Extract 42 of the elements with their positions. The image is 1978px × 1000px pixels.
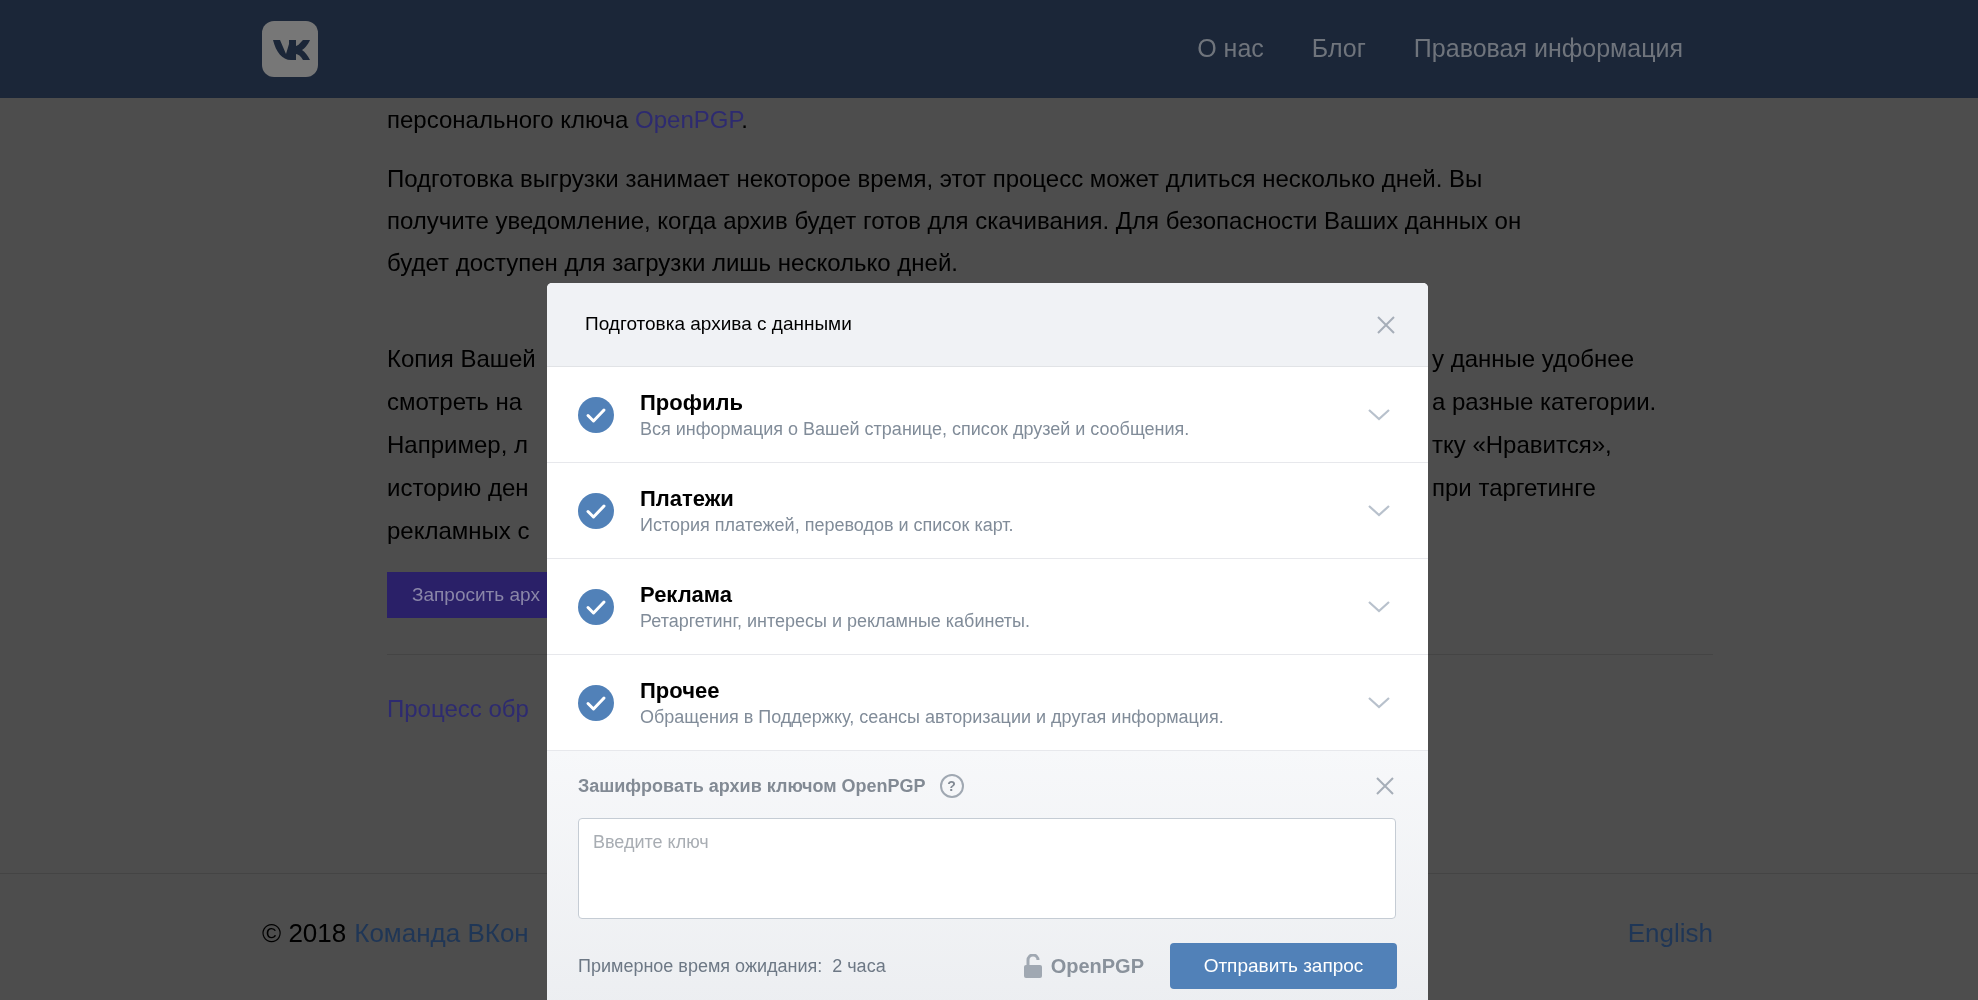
chevron-icon[interactable]	[1368, 408, 1390, 421]
category-description: Вся информация о Вашей странице, список друзей и сообщения.	[640, 417, 1190, 441]
body-text: рекламных с	[387, 517, 530, 544]
body-text: будет доступен для загрузки лишь несколько дней.	[387, 249, 958, 276]
nav-link[interactable]: Блог	[1311, 30, 1366, 68]
body-text: получите уведомление, когда архив будет готов для скачивания. Для безопасности Ваших данных он	[387, 207, 1522, 234]
category-title: Профиль	[640, 388, 744, 417]
close-icon[interactable]	[1377, 315, 1395, 334]
openpgp-label: OpenPGP	[1050, 954, 1144, 979]
wait-value: 2 часа	[832, 954, 886, 978]
category-description: Обращения в Поддержку, сеансы авторизации и другая информация.	[640, 705, 1224, 729]
body-text: Например, л	[387, 431, 528, 458]
checkbox[interactable]	[578, 684, 614, 721]
body-text: а разные категории.	[1432, 387, 1657, 417]
chevron-icon[interactable]	[1368, 696, 1390, 709]
body-text: историю ден	[387, 474, 529, 501]
key-input-field[interactable]: Введите ключ	[578, 818, 1396, 919]
modal-title: Подготовка архива с данными	[585, 312, 852, 337]
body-text: у данные удобнее	[1432, 344, 1635, 374]
logo-icon[interactable]	[262, 21, 318, 77]
chevron-icon[interactable]	[1368, 504, 1390, 517]
body-text: тку «Нравится»,	[1432, 430, 1612, 460]
checkbox[interactable]	[578, 588, 614, 625]
body-text: Копия Вашей	[387, 345, 536, 372]
category-description: История платежей, переводов и список карт.	[640, 513, 1014, 537]
help-icon[interactable]: ?	[939, 774, 964, 798]
nav-link[interactable]: О нас	[1197, 30, 1264, 68]
nav-link[interactable]: Правовая информация	[1413, 30, 1683, 68]
close-icon[interactable]	[1376, 777, 1394, 795]
wait-label: Примерное время ожидания:	[578, 954, 823, 978]
checkbox[interactable]	[578, 492, 614, 529]
body-text: смотреть на	[387, 388, 522, 415]
checkbox[interactable]	[578, 396, 614, 433]
category-title: Прочее	[640, 676, 721, 705]
copyright-text: © 2018	[262, 917, 347, 950]
encrypt-label: Зашифровать архив ключом OpenPGP	[578, 774, 926, 798]
unlocked-padlock-icon	[1023, 954, 1042, 978]
category-title: Платежи	[640, 484, 735, 513]
body-text: Подготовка выгрузки занимает некоторое время, этот процесс может длиться несколько дней. Вы	[387, 165, 1483, 192]
send-request-button[interactable]: Отправить запрос	[1170, 943, 1397, 989]
chevron-icon[interactable]	[1368, 600, 1390, 613]
body-text: при таргетинге	[1432, 473, 1596, 503]
